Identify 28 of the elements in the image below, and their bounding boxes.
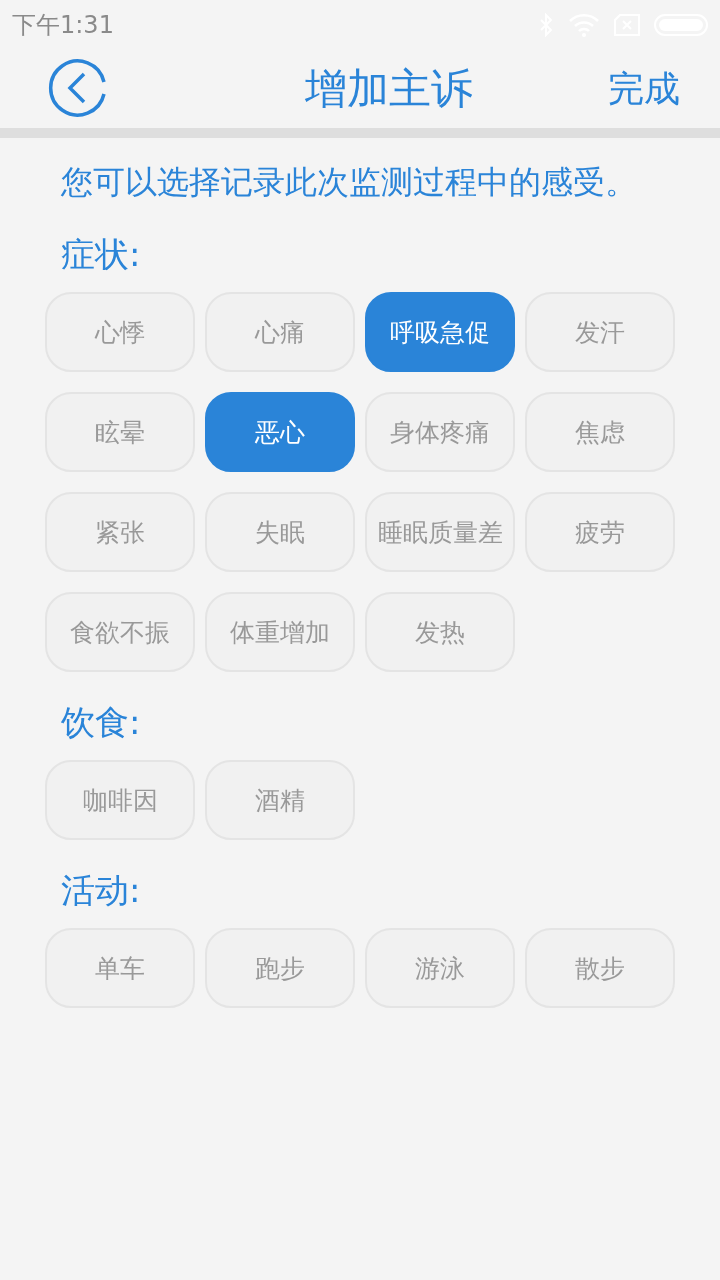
tag-chip[interactable]: 食欲不振 [45,592,195,672]
tag-chip[interactable]: 单车 [45,928,195,1008]
tag-chip[interactable]: 身体疼痛 [365,392,515,472]
done-button[interactable]: 完成 [608,64,680,114]
tag-chip[interactable]: 睡眠质量差 [365,492,515,572]
tag-chip[interactable]: 心悸 [45,292,195,372]
tag-chip[interactable]: 心痛 [205,292,355,372]
tag-chip[interactable]: 发热 [365,592,515,672]
section-title: 活动: [61,869,142,912]
tag-chip[interactable]: 呼吸急促 [365,292,515,372]
tag-chip[interactable]: 跑步 [205,928,355,1008]
tag-chip[interactable]: 游泳 [365,928,515,1008]
tag-chip[interactable]: 焦虑 [525,392,675,472]
tag-chip[interactable]: 眩晕 [45,392,195,472]
status-time: 下午1:31 [12,10,114,41]
tag-chip[interactable]: 酒精 [205,760,355,840]
tag-chip[interactable]: 发汗 [525,292,675,372]
page-title: 增加主诉 [305,63,473,115]
tag-chip[interactable]: 紧张 [45,492,195,572]
section-title: 症状: [61,233,142,276]
tag-chip[interactable]: 散步 [525,928,675,1008]
intro-text: 您可以选择记录此次监测过程中的感受。 [61,162,638,203]
tag-chip[interactable]: 疲劳 [525,492,675,572]
tag-chip[interactable]: 失眠 [205,492,355,572]
section-title: 饮食: [61,701,142,744]
tag-chip[interactable]: 恶心 [205,392,355,472]
tag-chip[interactable]: 咖啡因 [45,760,195,840]
tag-chip[interactable]: 体重增加 [205,592,355,672]
